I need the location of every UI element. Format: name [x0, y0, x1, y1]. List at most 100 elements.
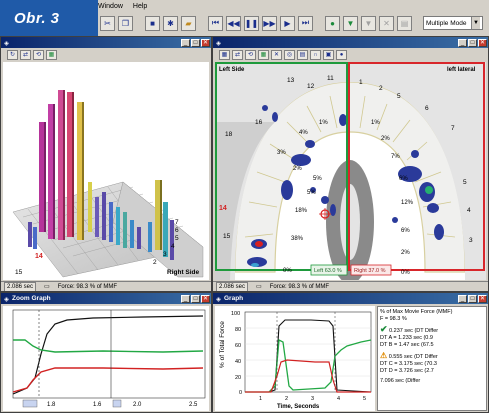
zoom-graph-plot[interactable]: 1.8 1.6 2.0 2.5	[3, 306, 209, 411]
pct-right-4: 6%	[399, 176, 408, 182]
warning-icon: ⚠	[380, 352, 388, 360]
x-tick-5: 5	[363, 396, 366, 402]
legend-sec1-line3: DT B = 1.47 sec (67.5	[380, 342, 434, 348]
window-title: Graph	[224, 295, 244, 302]
occlusion-map-view[interactable]: Left Side left lateral 18 16 13 12 11 14…	[215, 62, 486, 284]
pct-left-4: 2%	[293, 166, 302, 172]
zoom-x-tick-3: 2.0	[133, 402, 142, 408]
close-button[interactable]: ✕	[201, 38, 210, 47]
status-force: Force: 98.3 % of MMF	[269, 283, 330, 290]
window-titlebar[interactable]: ◈ _ □ ✕	[213, 37, 488, 48]
close-button[interactable]: ✕	[201, 294, 210, 303]
box-icon[interactable]: ▣	[323, 49, 334, 60]
window-titlebar[interactable]: ◈ Zoom Graph _ □ ✕	[1, 293, 211, 304]
pct-left-1: 4%	[299, 130, 308, 136]
stack-icon[interactable]: ▤	[297, 49, 308, 60]
menu-window[interactable]: Window	[98, 2, 123, 12]
chevron-down-icon[interactable]: ▼	[471, 17, 480, 29]
legend-sec2-line2: DT C = 3.175 sec (70.3	[380, 361, 437, 367]
left-percent: Left 63.0 %	[314, 268, 342, 274]
swap-icon[interactable]: ⇄	[20, 49, 31, 60]
arch-icon[interactable]: ∩	[310, 49, 321, 60]
rewind-icon[interactable]: ⏮	[208, 15, 223, 31]
3d-force-view[interactable]: 7 6 5 4 3 2 14 15 Right Side	[3, 62, 209, 280]
tooth-5b: 5	[463, 179, 467, 186]
tooth-6: 6	[425, 105, 429, 112]
maximize-button[interactable]: □	[191, 294, 200, 303]
swap-icon[interactable]: ⇄	[232, 49, 243, 60]
menu-help[interactable]: Help	[133, 2, 147, 12]
cut-icon[interactable]: ✂	[100, 15, 115, 31]
status-time: 2.086 sec	[216, 281, 249, 291]
grid-icon[interactable]: ▦	[46, 49, 57, 60]
maximize-button[interactable]: □	[468, 294, 477, 303]
marker-b-handle[interactable]	[112, 399, 122, 408]
tooth-3: 3	[469, 237, 473, 244]
y-tick-80: 80	[235, 327, 241, 333]
rotate-icon[interactable]: ⟲	[33, 49, 44, 60]
step-forward-icon[interactable]: ▶▶	[262, 15, 277, 31]
rotate-icon[interactable]: ⟲	[245, 49, 256, 60]
copy-icon[interactable]: ❐	[118, 15, 133, 31]
force-time-graph[interactable]: % of Total Force 100 80 60 40 20 0 1 2 3…	[215, 306, 375, 411]
cross-icon[interactable]: ✕	[271, 49, 282, 60]
maximize-button[interactable]: □	[191, 38, 200, 47]
step-back-icon[interactable]: ◀◀	[226, 15, 241, 31]
tooth-15: 15	[223, 233, 231, 240]
fast-forward-icon[interactable]: ⏭	[298, 15, 313, 31]
grid-icon[interactable]: ▦	[258, 49, 269, 60]
tooth-12: 12	[307, 83, 315, 90]
record-icon[interactable]: ●	[336, 49, 347, 60]
tooth-1: 1	[359, 79, 363, 86]
tool-grey-icon[interactable]: ▼	[361, 15, 376, 31]
label-7: 7	[175, 219, 179, 226]
label-6: 6	[175, 227, 179, 234]
record-green-icon[interactable]: ●	[325, 15, 340, 31]
legend-header: % of Max Movie Force (MMF)	[380, 309, 453, 315]
contour-icon[interactable]: ◎	[284, 49, 295, 60]
label-15: 15	[15, 269, 23, 276]
x-tick-1: 1	[259, 396, 262, 402]
pause-icon[interactable]: ❚❚	[244, 15, 259, 31]
pct-left-9: 0%	[283, 268, 292, 274]
graph-icon: ◈	[4, 295, 9, 303]
mode-select[interactable]: Multiple Mode ▼	[423, 16, 483, 30]
legend-f-line: F = 98.3 %	[380, 316, 407, 322]
open-folder-icon[interactable]: ▰	[181, 15, 196, 31]
label-14: 14	[35, 253, 43, 260]
tool-grey2-icon[interactable]: ✕	[379, 15, 394, 31]
minimize-button[interactable]: _	[458, 38, 467, 47]
app-icon: ◈	[4, 39, 9, 47]
close-button[interactable]: ✕	[478, 294, 487, 303]
tooth-4: 4	[467, 207, 471, 214]
marker-a-handle[interactable]	[22, 399, 38, 408]
view-2d-icon[interactable]: ▦	[219, 49, 230, 60]
legend-sec1-line1: 0.237 sec (DT Differ	[389, 328, 439, 334]
tooth-7: 7	[451, 125, 455, 132]
stop-icon[interactable]: ■	[145, 15, 160, 31]
y-tick-20: 20	[235, 375, 241, 381]
zoom-x-tick-1: 1.8	[47, 402, 56, 408]
play-icon[interactable]: ▶	[280, 15, 295, 31]
legend-sec2-line3: DT D = 3.726 sec (2.7	[380, 368, 434, 374]
minimize-button[interactable]: _	[181, 38, 190, 47]
main-toolbar: ✂ ❐ ■ ✱ ▰ ⏮ ◀◀ ❚❚ ▶▶ ▶ ⏭ ● ▼ ▼ ✕ ▤ Multi…	[100, 14, 483, 32]
monitor-icon: ▭	[44, 284, 50, 290]
minimize-button[interactable]: _	[181, 294, 190, 303]
label-5: 5	[175, 235, 179, 242]
print-icon[interactable]: ▤	[397, 15, 412, 31]
tooth-18: 18	[225, 131, 233, 138]
window-titlebar[interactable]: ◈ Graph _ □ ✕	[213, 293, 488, 304]
x-tick-4: 4	[337, 396, 340, 402]
refresh-icon[interactable]: ↻	[7, 49, 18, 60]
figure-badge: Obr. 3	[0, 0, 98, 36]
maximize-button[interactable]: □	[468, 38, 477, 47]
settings-icon[interactable]: ✱	[163, 15, 178, 31]
pct-right-1: 1%	[371, 120, 380, 126]
window-titlebar[interactable]: ◈ _ □ ✕	[1, 37, 211, 48]
pct-right-7: 2%	[401, 250, 410, 256]
zoom-x-tick-4: 2.5	[189, 402, 198, 408]
tool-green-icon[interactable]: ▼	[343, 15, 358, 31]
close-button[interactable]: ✕	[478, 38, 487, 47]
minimize-button[interactable]: _	[458, 294, 467, 303]
